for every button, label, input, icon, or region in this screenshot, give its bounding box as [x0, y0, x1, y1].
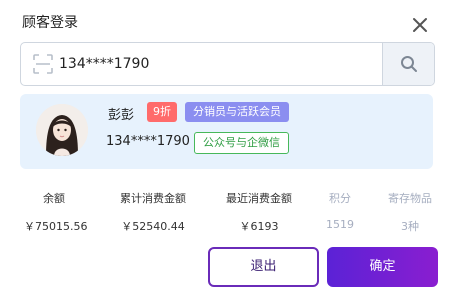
customer-phone: 134****1790 [106, 134, 190, 149]
stat-label: 寄存物品 [388, 192, 432, 205]
customer-stats: 余额 ￥75015.56 累计消费金额 ￥52540.44 最近消费金额 ￥61… [0, 190, 452, 240]
search-bar [20, 42, 435, 86]
customer-name: 彭彭 [108, 108, 135, 123]
dialog-title: 顾客登录 [22, 15, 78, 31]
stat-value: ￥52540.44 [121, 220, 185, 233]
avatar [36, 104, 88, 156]
stat-label: 积分 [329, 192, 351, 205]
close-button[interactable] [409, 14, 431, 36]
customer-card: 彭彭 9折 分销员与活跃会员 134****1790 公众号与企微信 [20, 94, 433, 169]
stat-label: 最近消费金额 [226, 192, 292, 205]
confirm-button[interactable]: 确定 [327, 247, 438, 287]
stat-total-spend: 累计消费金额 ￥52540.44 [113, 190, 193, 234]
search-icon [400, 56, 417, 72]
stat-value: ￥75015.56 [24, 220, 88, 233]
search-input[interactable] [59, 43, 379, 85]
stat-value: ￥6193 [239, 220, 279, 233]
scan-icon[interactable] [33, 54, 53, 74]
stat-points: 积分 1519 [320, 190, 360, 231]
channel-badge: 公众号与企微信 [194, 132, 289, 154]
stat-label: 余额 [43, 192, 65, 205]
stat-label: 累计消费金额 [120, 192, 186, 205]
role-badge: 分销员与活跃会员 [185, 102, 289, 122]
stat-value: 3种 [401, 220, 419, 233]
stat-balance: 余额 ￥75015.56 [24, 190, 88, 234]
discount-badge: 9折 [147, 102, 177, 122]
search-button[interactable] [382, 43, 434, 85]
stat-stored-items: 寄存物品 3种 [380, 190, 440, 234]
close-icon [413, 18, 427, 32]
stat-value: 1519 [326, 218, 354, 231]
stat-recent-spend: 最近消费金额 ￥6193 [219, 190, 299, 234]
exit-button[interactable]: 退出 [208, 247, 319, 287]
